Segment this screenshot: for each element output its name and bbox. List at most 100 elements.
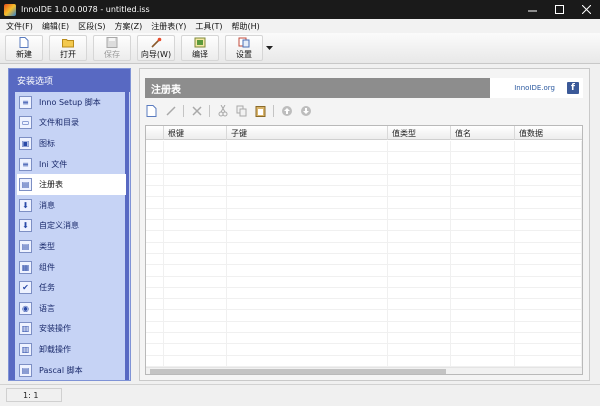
table-cell[interactable] (515, 333, 582, 344)
registry-grid[interactable]: 根键 子键 值类型 值名 值数据 (145, 125, 583, 375)
column-header-subkey[interactable]: 子键 (227, 126, 388, 140)
table-cell[interactable] (146, 163, 164, 174)
table-cell[interactable] (227, 197, 388, 208)
table-cell[interactable] (451, 141, 515, 152)
table-cell[interactable] (164, 299, 227, 310)
table-cell[interactable] (146, 310, 164, 321)
menu-file[interactable]: 文件(F) (6, 21, 33, 32)
sidebar-item[interactable]: ▣ 图标 (17, 133, 126, 154)
menu-scheme[interactable]: 方案(Z) (114, 21, 142, 32)
table-cell[interactable] (146, 253, 164, 265)
column-header-root[interactable]: 根键 (164, 126, 227, 140)
table-cell[interactable] (515, 321, 582, 333)
table-cell[interactable] (515, 141, 582, 152)
table-cell[interactable] (227, 310, 388, 321)
table-row[interactable] (146, 344, 582, 356)
table-row[interactable] (146, 276, 582, 288)
table-cell[interactable] (146, 197, 164, 208)
move-up-button[interactable] (280, 105, 293, 118)
sidebar-item[interactable]: ▥ 卸载操作 (17, 339, 126, 360)
table-cell[interactable] (515, 174, 582, 186)
table-cell[interactable] (164, 186, 227, 197)
table-cell[interactable] (515, 276, 582, 287)
maximize-button[interactable] (546, 0, 573, 19)
menu-edit[interactable]: 编辑(E) (42, 21, 69, 32)
table-cell[interactable] (515, 253, 582, 265)
table-cell[interactable] (388, 174, 451, 186)
table-cell[interactable] (388, 242, 451, 253)
menu-section[interactable]: 区段(S) (78, 21, 105, 32)
table-cell[interactable] (451, 299, 515, 310)
website-link[interactable]: InnoIDE.org (514, 84, 555, 92)
horizontal-scrollbar[interactable] (146, 367, 582, 374)
table-row[interactable] (146, 231, 582, 243)
table-cell[interactable] (227, 220, 388, 231)
table-row[interactable] (146, 287, 582, 300)
table-cell[interactable] (164, 333, 227, 344)
table-cell[interactable] (146, 355, 164, 366)
table-cell[interactable] (451, 242, 515, 253)
table-cell[interactable] (388, 310, 451, 321)
move-down-button[interactable] (299, 105, 312, 118)
save-button[interactable]: 保存 (93, 35, 131, 61)
table-cell[interactable] (388, 276, 451, 287)
table-cell[interactable] (146, 344, 164, 355)
open-button[interactable]: 打开 (49, 35, 87, 61)
table-cell[interactable] (451, 163, 515, 174)
table-row[interactable] (146, 141, 582, 153)
table-cell[interactable] (515, 152, 582, 163)
table-cell[interactable] (388, 321, 451, 333)
sidebar-item[interactable]: ⬇ 自定义消息 (17, 216, 126, 237)
compile-button[interactable]: 编译 (181, 35, 219, 61)
sidebar-item[interactable]: ▭ 文件和目录 (17, 113, 126, 134)
column-header-value-type[interactable]: 值类型 (388, 126, 451, 140)
table-cell[interactable] (451, 310, 515, 321)
table-cell[interactable] (164, 355, 227, 366)
sidebar-item[interactable]: ▤ Pascal 脚本 (17, 360, 126, 381)
table-cell[interactable] (515, 231, 582, 242)
minimize-button[interactable] (519, 0, 546, 19)
table-cell[interactable] (515, 186, 582, 197)
settings-button[interactable]: 设置 (225, 35, 263, 61)
table-cell[interactable] (146, 276, 164, 287)
table-cell[interactable] (146, 265, 164, 276)
table-cell[interactable] (164, 253, 227, 265)
table-cell[interactable] (164, 220, 227, 231)
table-cell[interactable] (451, 174, 515, 186)
table-cell[interactable] (451, 265, 515, 276)
sidebar-item[interactable]: ▤ 类型 (17, 236, 126, 257)
table-cell[interactable] (515, 355, 582, 366)
table-cell[interactable] (388, 355, 451, 366)
sidebar-item[interactable]: ◉ 语言 (17, 298, 126, 319)
table-cell[interactable] (388, 152, 451, 163)
table-cell[interactable] (451, 220, 515, 231)
table-cell[interactable] (164, 208, 227, 220)
table-cell[interactable] (388, 186, 451, 197)
table-cell[interactable] (164, 231, 227, 242)
paste-button[interactable] (254, 105, 267, 118)
table-cell[interactable] (146, 174, 164, 186)
table-cell[interactable] (515, 299, 582, 310)
table-row[interactable] (146, 163, 582, 175)
table-cell[interactable] (515, 197, 582, 208)
table-cell[interactable] (515, 220, 582, 231)
table-row[interactable] (146, 208, 582, 221)
table-cell[interactable] (227, 299, 388, 310)
edit-entry-button[interactable] (164, 105, 177, 118)
table-cell[interactable] (227, 141, 388, 152)
sidebar-item[interactable]: ⬇ 消息 (17, 195, 126, 216)
table-cell[interactable] (227, 265, 388, 276)
sidebar-item[interactable]: ▤ 注册表 (17, 174, 126, 195)
table-row[interactable] (146, 186, 582, 198)
table-cell[interactable] (515, 242, 582, 253)
table-cell[interactable] (164, 287, 227, 299)
table-cell[interactable] (388, 197, 451, 208)
table-cell[interactable] (388, 287, 451, 299)
table-row[interactable] (146, 242, 582, 254)
scrollbar-thumb[interactable] (150, 369, 446, 374)
menu-registry[interactable]: 注册表(Y) (151, 21, 186, 32)
table-cell[interactable] (164, 276, 227, 287)
delete-entry-button[interactable] (190, 105, 203, 118)
table-cell[interactable] (164, 242, 227, 253)
copy-button[interactable] (235, 105, 248, 118)
